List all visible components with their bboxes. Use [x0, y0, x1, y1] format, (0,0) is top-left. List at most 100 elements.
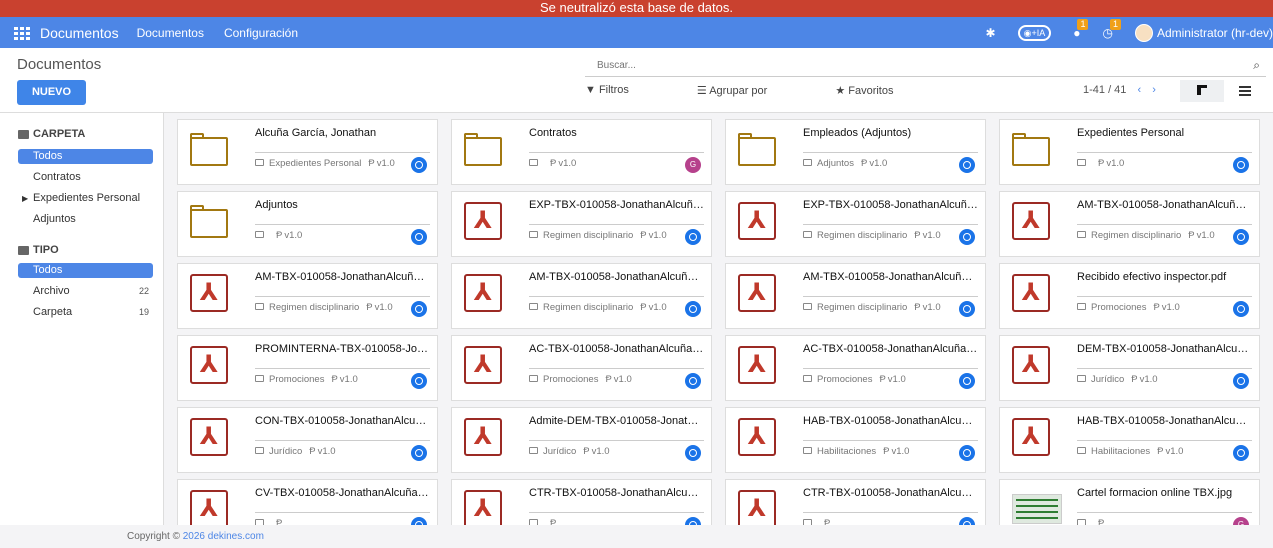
card-meta: Ᵽ — [803, 518, 832, 525]
card-version: v1.0 — [1139, 374, 1158, 385]
new-button[interactable]: NUEVO — [17, 80, 86, 105]
status-badge[interactable] — [411, 517, 427, 525]
card-folder: Promociones — [269, 374, 325, 385]
document-card[interactable]: ⅄ AC-TBX-010058-JonathanAlcuña-García.pdf… — [451, 335, 712, 401]
type-item-archivo[interactable]: Archivo 22 — [18, 284, 153, 299]
status-badge[interactable] — [685, 445, 701, 461]
status-badge[interactable] — [685, 517, 701, 525]
document-card[interactable]: ⅄ EXP-TBX-010058-JonathanAlcuñaGarcía.pdf… — [725, 191, 986, 257]
document-card[interactable]: Expedientes Personal Ᵽv1.0 — [999, 119, 1260, 185]
card-folder: Promociones — [543, 374, 599, 385]
document-card[interactable]: ⅄ CTR-TBX-010058-JonathanAlcuñaGarcía.pdf… — [451, 479, 712, 525]
folder-item-expedientes[interactable]: ▶ Expedientes Personal — [18, 191, 153, 206]
document-card[interactable]: ⅄ Recibido efectivo inspector.pdf Promocio… — [999, 263, 1260, 329]
type-item-todos[interactable]: Todos — [18, 263, 153, 278]
footer-link[interactable]: 2026 dekines.com — [183, 531, 264, 542]
type-count: 22 — [138, 286, 149, 296]
document-card[interactable]: ⅄ AM-TBX-010058-JonathanAlcuñaGarcía.pdf R… — [177, 263, 438, 329]
card-version: v1.0 — [1106, 158, 1125, 169]
search-icon[interactable]: ⌕ — [1253, 58, 1260, 73]
filters-button[interactable]: ▼ Filtros — [585, 84, 663, 97]
card-version: v1.0 — [1161, 302, 1180, 313]
ai-toggle[interactable]: ◉+IA — [1017, 24, 1052, 41]
card-version: v1.0 — [376, 158, 395, 169]
status-badge[interactable] — [1233, 373, 1249, 389]
document-card[interactable]: ⅄ DEM-TBX-010058-JonathanAlcuñaGarcía.pdf… — [999, 335, 1260, 401]
pdf-file-icon: ⅄ — [190, 490, 228, 525]
status-badge[interactable] — [411, 157, 427, 173]
type-icon — [18, 245, 29, 255]
document-card[interactable]: ⅄ AM-TBX-010058-JonathanAlcuñaGarcía.pdf R… — [451, 263, 712, 329]
status-badge[interactable] — [685, 229, 701, 245]
card-version: v1.0 — [284, 230, 303, 241]
owner-avatar[interactable]: G — [1233, 517, 1249, 525]
document-card[interactable]: Cartel formacion online TBX.jpg Ᵽ G — [999, 479, 1260, 525]
pdf-file-icon: ⅄ — [464, 418, 502, 456]
card-meta: Ᵽ — [255, 518, 284, 525]
document-card[interactable]: ⅄ AM-TBX-010058-JonathanAlcuñaGarcía.pdf R… — [725, 263, 986, 329]
card-version: v1.0 — [613, 374, 632, 385]
folder-thumbnail-icon — [1012, 133, 1050, 166]
document-card[interactable]: ⅄ AC-TBX-010058-JonathanAlcuña-García.pdf… — [725, 335, 986, 401]
version-icon: Ᵽ — [914, 302, 921, 313]
status-badge[interactable] — [411, 445, 427, 461]
status-badge[interactable] — [1233, 445, 1249, 461]
folder-item-contratos[interactable]: Contratos — [18, 170, 153, 185]
card-folder: Regimen disciplinario — [817, 230, 908, 241]
pdf-file-icon: ⅄ — [190, 346, 228, 384]
document-card[interactable]: ⅄ HAB-TBX-010058-JonathanAlcuñaGarcía.pdf… — [999, 407, 1260, 473]
document-card[interactable]: ⅄ CTR-TBX-010058-JonathanAlcuñaGarcía.pdf… — [725, 479, 986, 525]
status-badge[interactable] — [411, 301, 427, 317]
status-badge[interactable] — [1233, 157, 1249, 173]
status-badge[interactable] — [959, 373, 975, 389]
footer: Copyright © 2026 dekines.com — [0, 525, 1273, 548]
status-badge[interactable] — [411, 373, 427, 389]
status-badge[interactable] — [685, 301, 701, 317]
document-card[interactable]: Alcuña García, Jonathan Expedientes Perso… — [177, 119, 438, 185]
document-card[interactable]: Empleados (Adjuntos) Adjuntos Ᵽv1.0 — [725, 119, 986, 185]
status-badge[interactable] — [959, 157, 975, 173]
status-badge[interactable] — [1233, 229, 1249, 245]
type-item-carpeta[interactable]: Carpeta 19 — [18, 305, 153, 320]
document-card[interactable]: Adjuntos Ᵽv1.0 — [177, 191, 438, 257]
status-badge[interactable] — [959, 229, 975, 245]
card-meta: Promociones Ᵽv1.0 — [1077, 302, 1180, 313]
pager-value[interactable]: 1-41 / 41 — [1083, 84, 1126, 96]
pager-next-icon[interactable]: › — [1152, 84, 1156, 96]
document-card[interactable]: ⅄ AM-TBX-010058-JonathanAlcuñaGarcía.pdf R… — [999, 191, 1260, 257]
document-card[interactable]: ⅄ Admite-DEM-TBX-010058-JonathanAlcuñaGar… — [451, 407, 712, 473]
document-card[interactable]: ⅄ EXP-TBX-010058-JonathanAlcuñaGarcía.pdf… — [451, 191, 712, 257]
bug-icon[interactable]: ✱ — [986, 26, 996, 40]
owner-avatar[interactable]: G — [685, 157, 701, 173]
apps-menu-icon[interactable] — [14, 26, 30, 40]
pager-prev-icon[interactable]: ‹ — [1137, 84, 1141, 96]
status-badge[interactable] — [685, 373, 701, 389]
search-input[interactable] — [585, 53, 1185, 71]
favorites-button[interactable]: ★ Favoritos — [835, 84, 927, 97]
status-badge[interactable] — [1233, 301, 1249, 317]
status-badge[interactable] — [959, 445, 975, 461]
card-folder: Promociones — [817, 374, 873, 385]
document-card[interactable]: ⅄ PROMINTERNA-TBX-010058-JonathanAlcuñaGa… — [177, 335, 438, 401]
group-by-button[interactable]: ☰ Agrupar por — [697, 84, 801, 97]
status-badge[interactable] — [959, 301, 975, 317]
document-card[interactable]: ⅄ CON-TBX-010058-JonathanAlcuñaGarcía.pdf… — [177, 407, 438, 473]
chat-icon[interactable]: ● 1 — [1073, 18, 1089, 40]
user-menu[interactable]: Administrator (hr-dev) — [1134, 23, 1273, 42]
card-meta: Regimen disciplinario Ᵽv1.0 — [255, 302, 393, 313]
folder-small-icon — [803, 447, 812, 454]
status-badge[interactable] — [411, 229, 427, 245]
document-card[interactable]: ⅄ HAB-TBX-010058-JonathanAlcuñaGarcía.pdf… — [725, 407, 986, 473]
folder-item-todos[interactable]: Todos — [18, 149, 153, 164]
document-card[interactable]: Contratos Ᵽv1.0 G — [451, 119, 712, 185]
list-view-icon[interactable] — [1239, 86, 1251, 96]
menu-configuracion[interactable]: Configuración — [224, 26, 298, 40]
kanban-view-icon — [1197, 85, 1207, 95]
activity-clock-icon[interactable]: ◷ 1 — [1102, 18, 1121, 40]
app-brand[interactable]: Documentos — [40, 25, 119, 41]
caret-right-icon[interactable]: ▶ — [22, 191, 28, 206]
menu-documentos[interactable]: Documentos — [137, 26, 204, 40]
folder-item-adjuntos[interactable]: Adjuntos — [18, 212, 153, 227]
document-card[interactable]: ⅄ CV-TBX-010058-JonathanAlcuña.pdf Ᵽ — [177, 479, 438, 525]
status-badge[interactable] — [959, 517, 975, 525]
